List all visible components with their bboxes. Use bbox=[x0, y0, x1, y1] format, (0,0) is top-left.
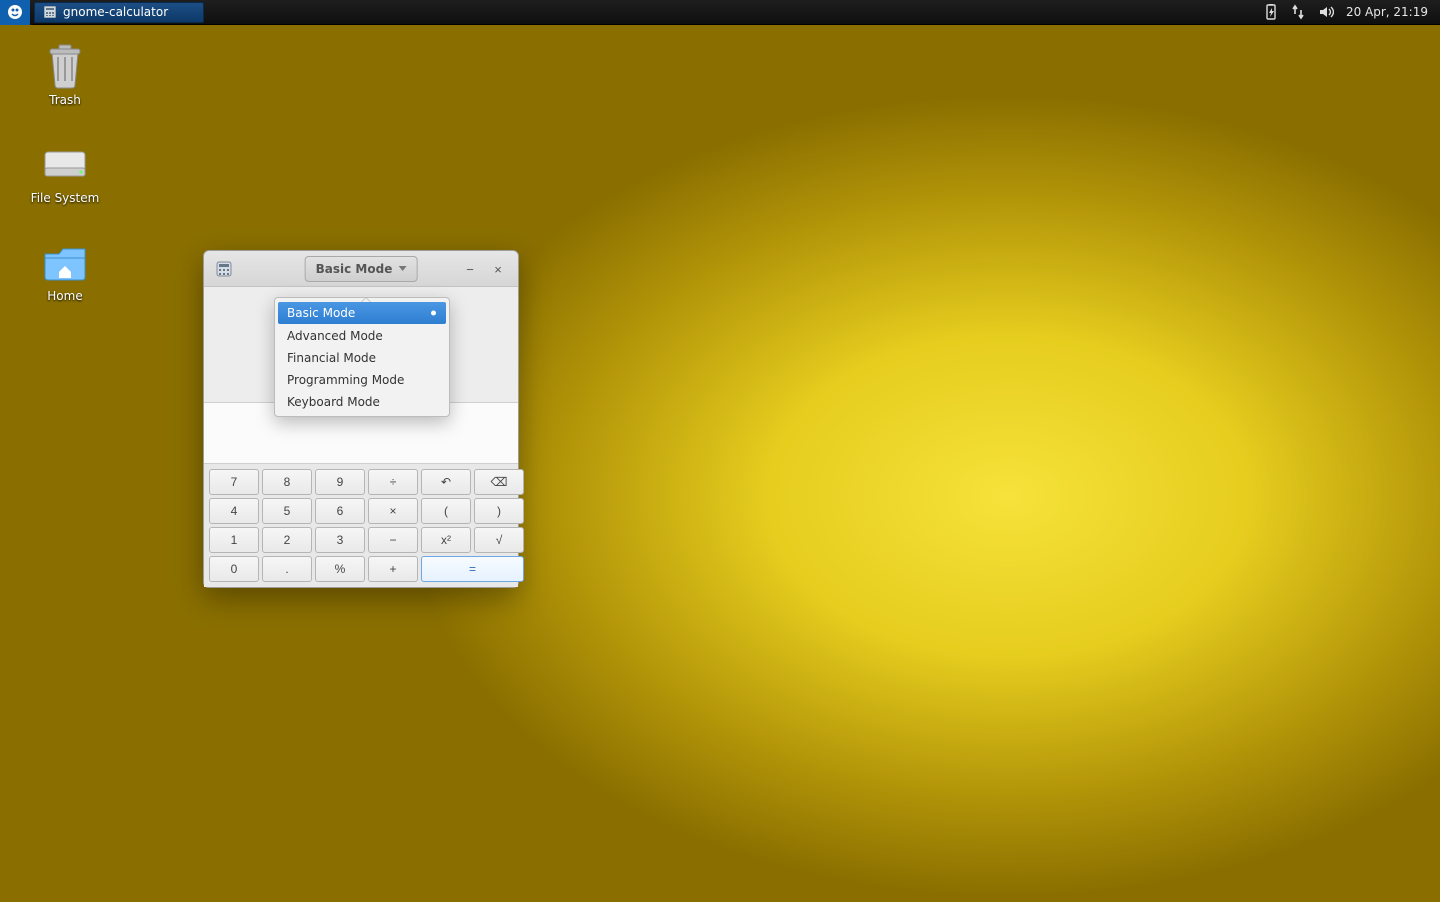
key-minus[interactable]: − bbox=[368, 527, 418, 553]
desktop-icon-home[interactable]: Home bbox=[10, 231, 120, 309]
mode-menu-advanced[interactable]: Advanced Mode bbox=[275, 325, 449, 347]
key-dot[interactable]: . bbox=[262, 556, 312, 582]
mode-menu-basic[interactable]: Basic Mode bbox=[278, 302, 446, 324]
key-2[interactable]: 2 bbox=[262, 527, 312, 553]
key-lparen[interactable]: ( bbox=[421, 498, 471, 524]
close-button[interactable]: × bbox=[484, 256, 512, 282]
key-multiply[interactable]: × bbox=[368, 498, 418, 524]
mode-menu-financial[interactable]: Financial Mode bbox=[275, 347, 449, 369]
app-launcher[interactable] bbox=[0, 0, 30, 25]
panel-clock[interactable]: 20 Apr, 21:19 bbox=[1346, 5, 1428, 19]
key-7[interactable]: 7 bbox=[209, 469, 259, 495]
key-divide[interactable]: ÷ bbox=[368, 469, 418, 495]
key-backspace[interactable]: ⌫ bbox=[474, 469, 524, 495]
desktop-icon-trash[interactable]: Trash bbox=[10, 35, 120, 113]
top-panel: gnome-calculator 20 Apr, 21:19 bbox=[0, 0, 1440, 25]
drive-icon bbox=[41, 139, 89, 187]
key-square[interactable]: x² bbox=[421, 527, 471, 553]
mode-menu-programming[interactable]: Programming Mode bbox=[275, 369, 449, 391]
battery-icon[interactable] bbox=[1264, 4, 1278, 20]
calculator-titlebar[interactable]: Basic Mode − × bbox=[204, 251, 518, 287]
key-equals[interactable]: = bbox=[421, 556, 524, 582]
volume-icon[interactable] bbox=[1318, 4, 1334, 20]
mode-selector-button[interactable]: Basic Mode bbox=[305, 256, 418, 282]
desktop-icon-label: Home bbox=[47, 289, 82, 303]
taskbar-button-calculator[interactable]: gnome-calculator bbox=[34, 2, 204, 23]
key-percent[interactable]: % bbox=[315, 556, 365, 582]
key-0[interactable]: 0 bbox=[209, 556, 259, 582]
calculator-keypad: 7 8 9 ÷ ↶ ⌫ 4 5 6 × ( ) 1 2 3 − x² √ 0 .… bbox=[204, 464, 518, 587]
system-tray: 20 Apr, 21:19 bbox=[1264, 4, 1440, 20]
key-1[interactable]: 1 bbox=[209, 527, 259, 553]
xfce-logo-icon bbox=[7, 4, 23, 20]
chevron-down-icon bbox=[398, 266, 406, 271]
key-plus[interactable]: + bbox=[368, 556, 418, 582]
taskbar-button-label: gnome-calculator bbox=[63, 5, 168, 19]
desktop-icon-label: File System bbox=[31, 191, 100, 205]
folder-home-icon bbox=[41, 237, 89, 285]
desktop: Trash File System Home bbox=[10, 35, 120, 309]
desktop-icon-label: Trash bbox=[49, 93, 81, 107]
calculator-window: Basic Mode − × Basic Mode Advanced Mode … bbox=[203, 250, 519, 588]
key-sqrt[interactable]: √ bbox=[474, 527, 524, 553]
key-8[interactable]: 8 bbox=[262, 469, 312, 495]
key-6[interactable]: 6 bbox=[315, 498, 365, 524]
network-icon[interactable] bbox=[1290, 4, 1306, 20]
calculator-icon bbox=[43, 5, 57, 19]
key-3[interactable]: 3 bbox=[315, 527, 365, 553]
mode-selector-label: Basic Mode bbox=[316, 262, 393, 276]
calculator-icon bbox=[214, 259, 234, 279]
key-rparen[interactable]: ) bbox=[474, 498, 524, 524]
key-4[interactable]: 4 bbox=[209, 498, 259, 524]
key-9[interactable]: 9 bbox=[315, 469, 365, 495]
mode-menu-keyboard[interactable]: Keyboard Mode bbox=[275, 391, 449, 413]
trash-icon bbox=[41, 41, 89, 89]
desktop-icon-filesystem[interactable]: File System bbox=[10, 133, 120, 211]
key-undo[interactable]: ↶ bbox=[421, 469, 471, 495]
minimize-button[interactable]: − bbox=[456, 256, 484, 282]
mode-menu: Basic Mode Advanced Mode Financial Mode … bbox=[274, 297, 450, 417]
key-5[interactable]: 5 bbox=[262, 498, 312, 524]
